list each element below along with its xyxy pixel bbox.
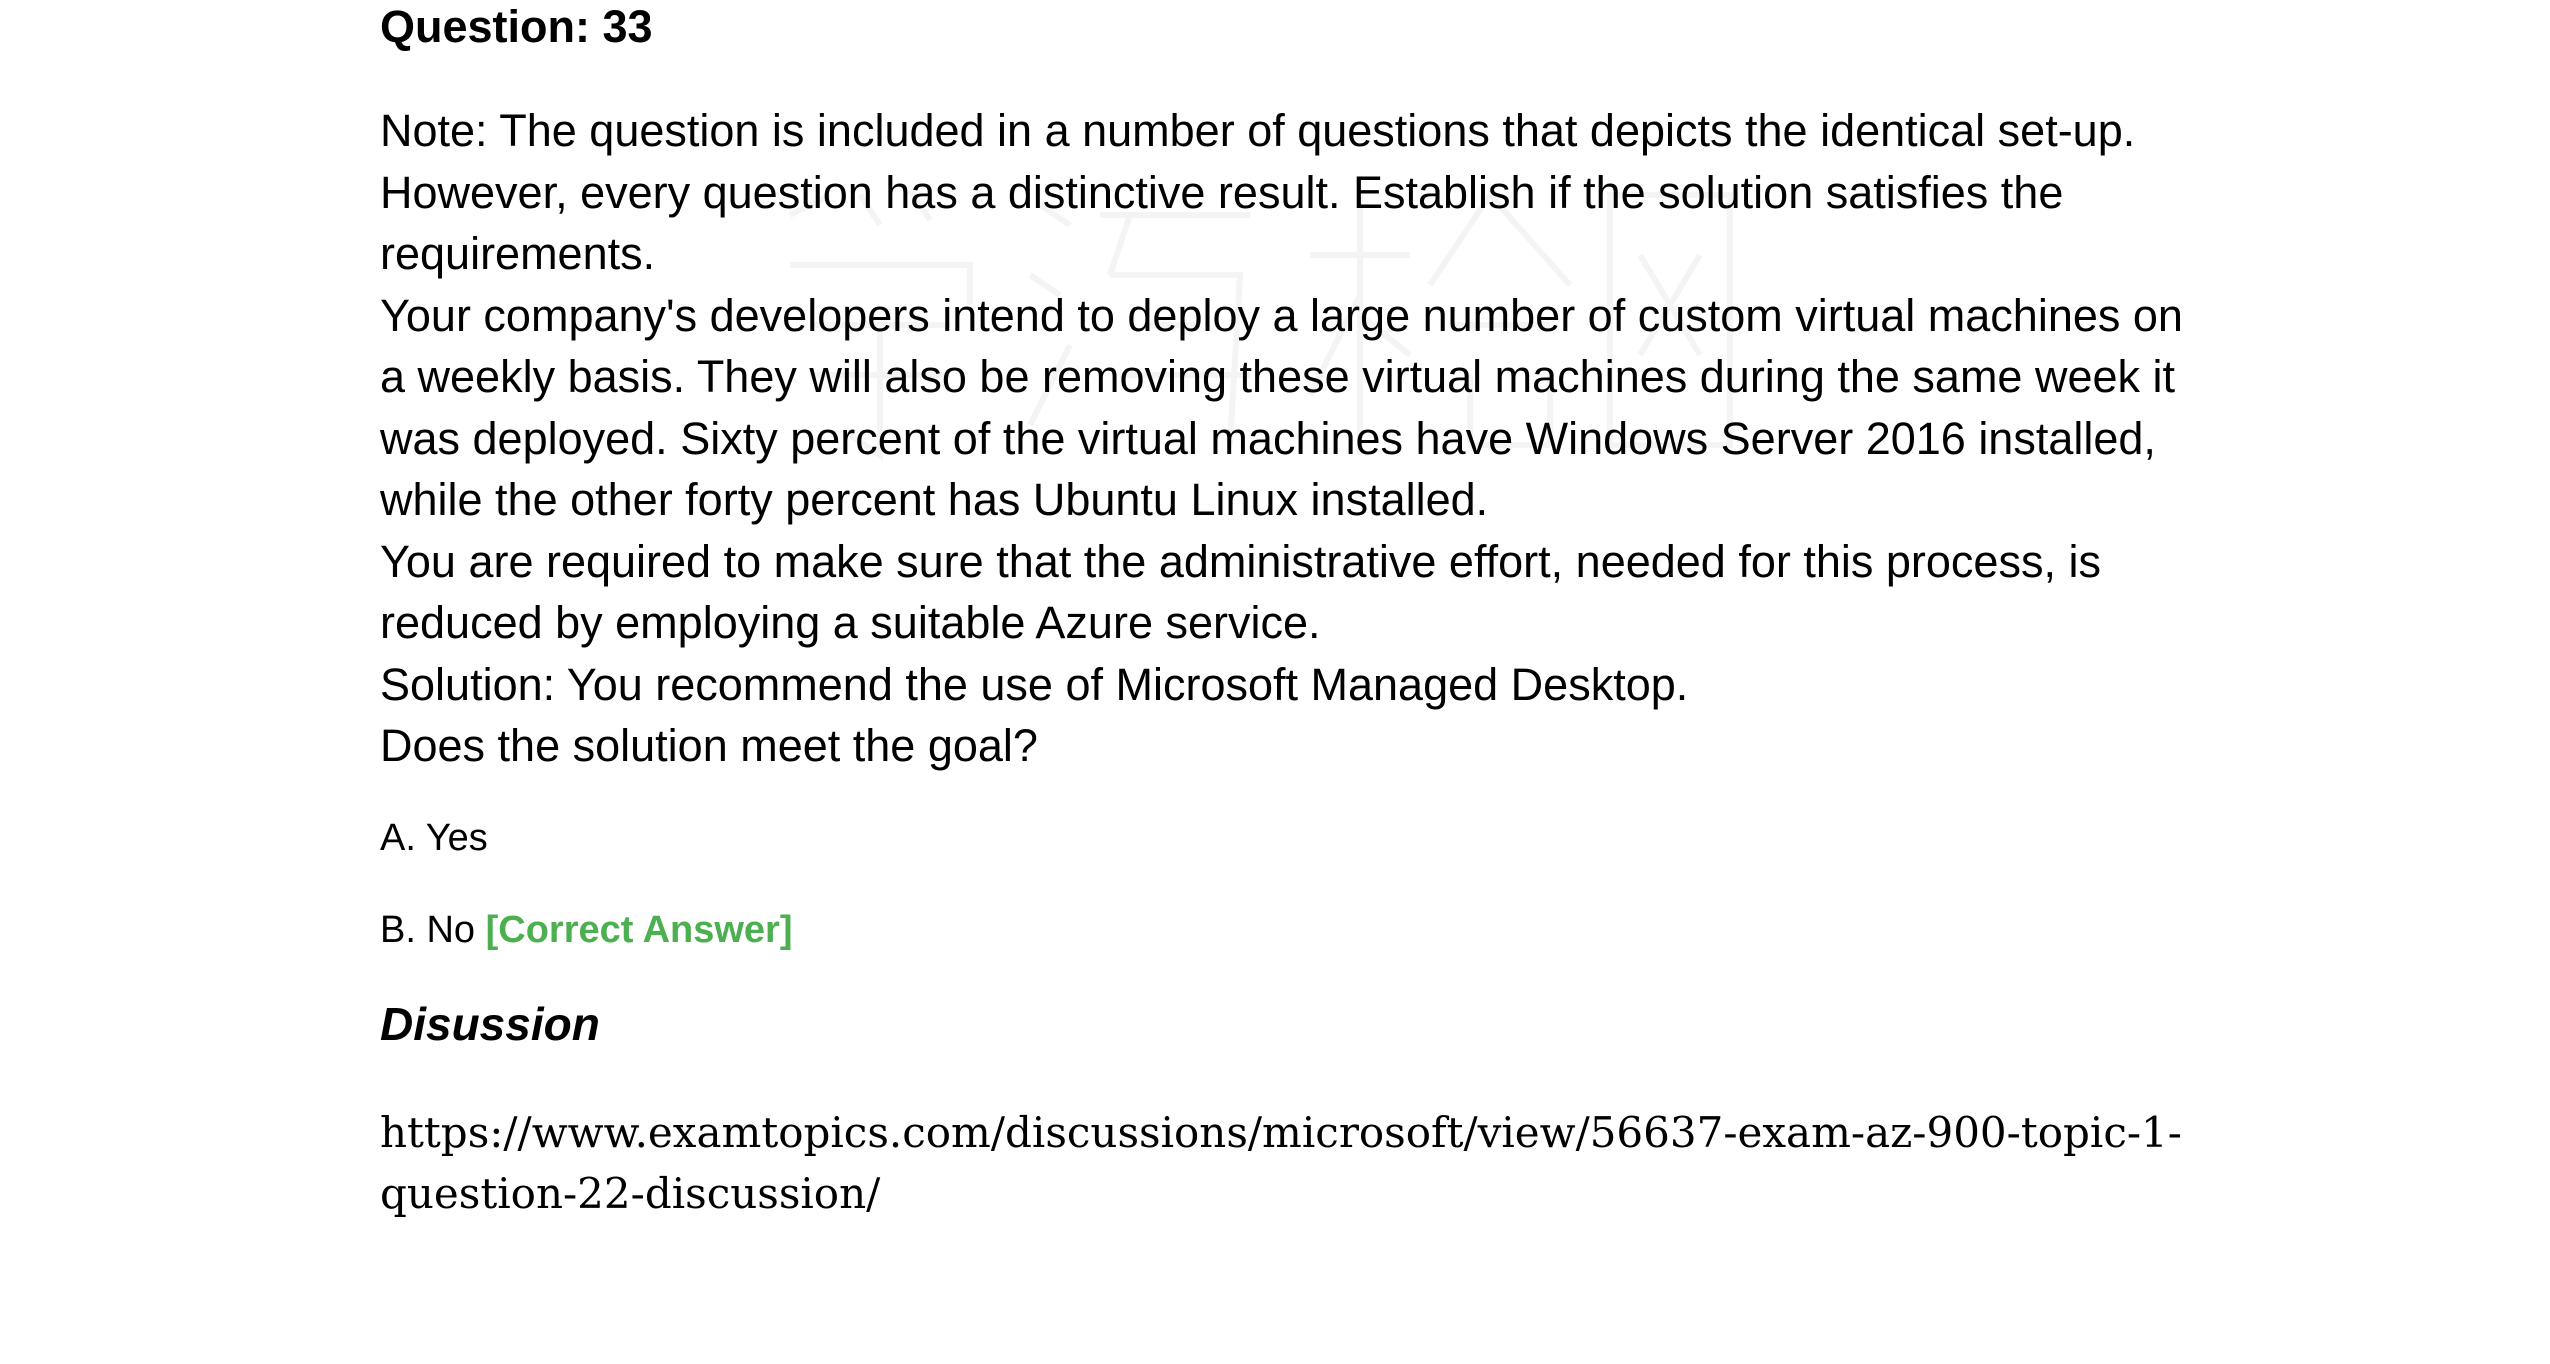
document-page: Question: 33 Note: The question is inclu… (380, 0, 2200, 1225)
question-requirement: You are required to make sure that the a… (380, 535, 2101, 649)
discussion-link[interactable]: https://www.examtopics.com/discussions/m… (380, 1102, 2200, 1225)
question-solution: Solution: You recommend the use of Micro… (380, 658, 1689, 710)
discussion-heading: Disussion (380, 997, 600, 1050)
option-b[interactable]: B. No [Correct Answer] (380, 907, 2200, 953)
correct-answer-badge: [Correct Answer] (485, 908, 793, 951)
question-title: Question: 33 (380, 1, 653, 52)
question-note: Note: The question is included in a numb… (380, 105, 2136, 279)
question-scenario: Your company's developers intend to depl… (380, 289, 2183, 526)
question-body: Note: The question is included in a numb… (380, 100, 2200, 777)
option-a-label: A. Yes (380, 816, 488, 859)
question-prompt: Does the solution meet the goal? (380, 720, 1038, 771)
option-b-label: B. No (380, 908, 476, 951)
option-a[interactable]: A. Yes (380, 815, 2200, 861)
